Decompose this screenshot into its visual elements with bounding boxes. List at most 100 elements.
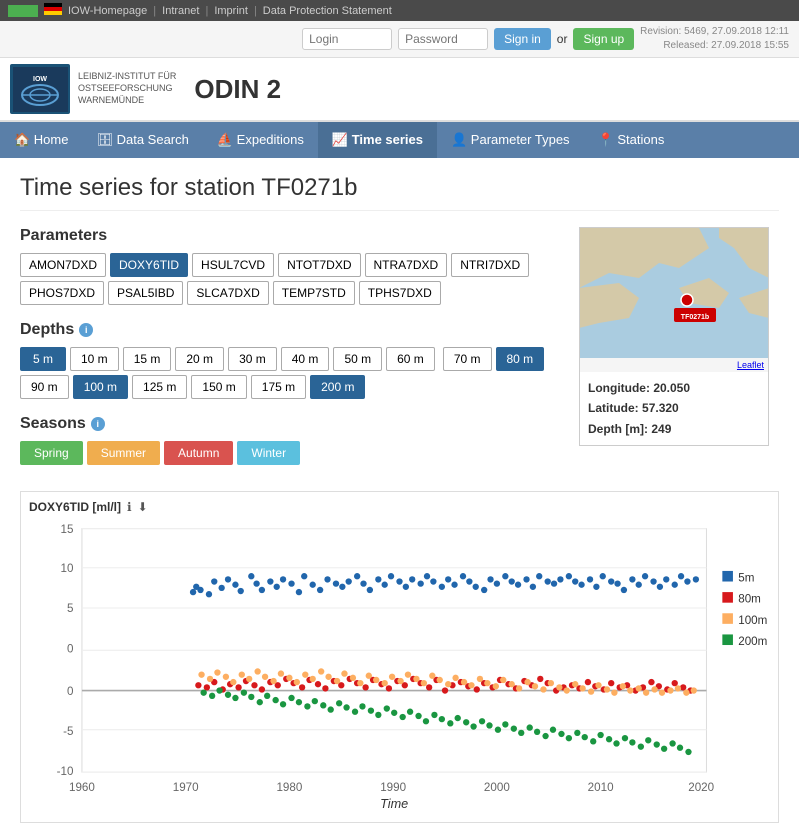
depths-section: Depths i 5 m 10 m 15 m 20 m 30 m 40 m 50… (20, 321, 559, 399)
param-AMON7DXD[interactable]: AMON7DXD (20, 253, 106, 277)
signin-button[interactable]: Sign in (494, 28, 551, 50)
map-placeholder: TF0271b (580, 228, 768, 358)
right-panel: TF0271b Leaflet Longitude: 20.050 Latitu… (579, 227, 779, 481)
svg-text:0: 0 (67, 685, 74, 698)
seasons-grid: Spring Summer Autumn Winter (20, 441, 559, 465)
intranet-link[interactable]: Intranet (162, 5, 199, 17)
param-SLCA7DXD[interactable]: SLCA7DXD (187, 281, 268, 305)
chart-header: DOXY6TID [ml/l] ℹ ⬇ (29, 500, 770, 514)
param-DOXY6TID[interactable]: DOXY6TID (110, 253, 188, 277)
depths-info-icon[interactable]: i (79, 323, 93, 337)
leaflet-link[interactable]: Leaflet (737, 360, 764, 370)
depth-30m[interactable]: 30 m (228, 347, 277, 371)
imprint-link[interactable]: Imprint (214, 5, 248, 17)
depths-grid: 5 m 10 m 15 m 20 m 30 m 40 m 50 m 60 m 7… (20, 347, 559, 399)
password-input[interactable] (398, 28, 488, 50)
header: IOW LEIBNIZ-INSTITUT FÜR OSTSEEFORSCHUNG… (0, 58, 799, 122)
svg-text:TF0271b: TF0271b (681, 314, 709, 321)
depths-title: Depths i (20, 321, 559, 339)
season-summer[interactable]: Summer (87, 441, 160, 465)
chart-container: DOXY6TID [ml/l] ℹ ⬇ 15 10 5 (20, 491, 779, 823)
param-PSAL5IBD[interactable]: PSAL5IBD (108, 281, 183, 305)
odin-title: ODIN 2 (194, 74, 281, 105)
signup-button[interactable]: Sign up (573, 28, 634, 50)
svg-text:5m: 5m (738, 572, 754, 585)
logo-box: IOW (10, 64, 70, 114)
nav: 🏠 Home 🗄 Data Search ⛵ Expeditions 📈 Tim… (0, 122, 799, 158)
svg-text:0: 0 (67, 642, 74, 655)
svg-text:-10: -10 (57, 765, 74, 778)
depth-5m[interactable]: 5 m (20, 347, 66, 371)
seasons-section: Seasons i Spring Summer Autumn Winter (20, 415, 559, 465)
param-HSUL7CVD[interactable]: HSUL7CVD (192, 253, 274, 277)
nav-home[interactable]: 🏠 Home (0, 122, 82, 158)
auth-bar: Sign in or Sign up Revision: 5469, 27.09… (0, 21, 799, 58)
or-text: or (557, 32, 568, 46)
depth-50m[interactable]: 50 m (333, 347, 382, 371)
depth-150m[interactable]: 150 m (191, 375, 246, 399)
page-title: Time series for station TF0271b (20, 174, 779, 211)
map-container: TF0271b Leaflet Longitude: 20.050 Latitu… (579, 227, 769, 446)
depth-20m[interactable]: 20 m (175, 347, 224, 371)
logo-area: IOW LEIBNIZ-INSTITUT FÜR OSTSEEFORSCHUNG… (10, 64, 176, 114)
depth-row: Depth [m]: 249 (588, 419, 760, 439)
svg-text:2020: 2020 (688, 781, 714, 794)
param-NTRA7DXD[interactable]: NTRA7DXD (365, 253, 448, 277)
login-input[interactable] (302, 28, 392, 50)
depth-15m[interactable]: 15 m (123, 347, 172, 371)
chart-title: DOXY6TID [ml/l] (29, 500, 121, 514)
nav-stations[interactable]: 📍 Stations (584, 122, 679, 158)
logo-text: LEIBNIZ-INSTITUT FÜR OSTSEEFORSCHUNG WAR… (78, 71, 176, 106)
param-TEMP7STD[interactable]: TEMP7STD (273, 281, 355, 305)
nav-expeditions[interactable]: ⛵ Expeditions (203, 122, 318, 158)
content-area: Parameters AMON7DXD DOXY6TID HSUL7CVD NT… (20, 227, 779, 481)
param-NTOT7DXD[interactable]: NTOT7DXD (278, 253, 360, 277)
depth-40m[interactable]: 40 m (281, 347, 330, 371)
svg-text:1960: 1960 (69, 781, 95, 794)
chart-download-icon[interactable]: ⬇ (138, 500, 148, 514)
nav-data-search[interactable]: 🗄 Data Search (82, 122, 202, 158)
svg-text:Time: Time (380, 797, 408, 811)
depth-80m[interactable]: 80 m (496, 347, 545, 371)
season-winter[interactable]: Winter (237, 441, 300, 465)
left-panel: Parameters AMON7DXD DOXY6TID HSUL7CVD NT… (20, 227, 559, 481)
svg-text:2000: 2000 (484, 781, 510, 794)
data-protection-link[interactable]: Data Protection Statement (263, 5, 392, 17)
iow-homepage-link[interactable]: IOW-Homepage (68, 5, 147, 17)
chart-svg: 15 10 5 0 0 -5 -10 1960 1970 1980 1990 2… (29, 518, 770, 814)
nav-parameter-types[interactable]: 👤 Parameter Types (437, 122, 584, 158)
svg-text:5: 5 (67, 602, 73, 615)
depth-200m[interactable]: 200 m (310, 375, 365, 399)
season-autumn[interactable]: Autumn (164, 441, 233, 465)
nav-time-series[interactable]: 📈 Time series (318, 122, 437, 158)
seasons-info-icon[interactable]: i (91, 417, 105, 431)
top-bar: IOW-Homepage | Intranet | Imprint | Data… (0, 0, 799, 21)
chart-info-icon[interactable]: ℹ (127, 500, 132, 514)
map-credit: Leaflet (580, 358, 768, 372)
depth-100m[interactable]: 100 m (73, 375, 128, 399)
depth-175m[interactable]: 175 m (251, 375, 306, 399)
depth-125m[interactable]: 125 m (132, 375, 187, 399)
svg-text:-5: -5 (63, 725, 73, 738)
svg-text:200m: 200m (738, 635, 767, 648)
depth-60m[interactable]: 60 m (386, 347, 435, 371)
revision-info: Revision: 5469, 27.09.2018 12:11 Release… (640, 25, 789, 53)
param-TPHS7DXD[interactable]: TPHS7DXD (359, 281, 441, 305)
season-spring[interactable]: Spring (20, 441, 83, 465)
svg-text:1970: 1970 (173, 781, 199, 794)
latitude-row: Latitude: 57.320 (588, 398, 760, 418)
depth-70m[interactable]: 70 m (443, 347, 492, 371)
param-NTRI7DXD[interactable]: NTRI7DXD (451, 253, 529, 277)
green-indicator (8, 5, 38, 17)
parameters-section: Parameters AMON7DXD DOXY6TID HSUL7CVD NT… (20, 227, 559, 305)
svg-text:80m: 80m (738, 593, 761, 606)
depth-90m[interactable]: 90 m (20, 375, 69, 399)
chart-wrap: 15 10 5 0 0 -5 -10 1960 1970 1980 1990 2… (29, 518, 770, 814)
depth-10m[interactable]: 10 m (70, 347, 119, 371)
param-PHOS7DXD[interactable]: PHOS7DXD (20, 281, 104, 305)
svg-text:1990: 1990 (380, 781, 406, 794)
svg-text:10: 10 (61, 562, 74, 575)
map-info: Longitude: 20.050 Latitude: 57.320 Depth… (580, 372, 768, 445)
flag-icon (44, 3, 62, 18)
svg-text:1980: 1980 (276, 781, 302, 794)
